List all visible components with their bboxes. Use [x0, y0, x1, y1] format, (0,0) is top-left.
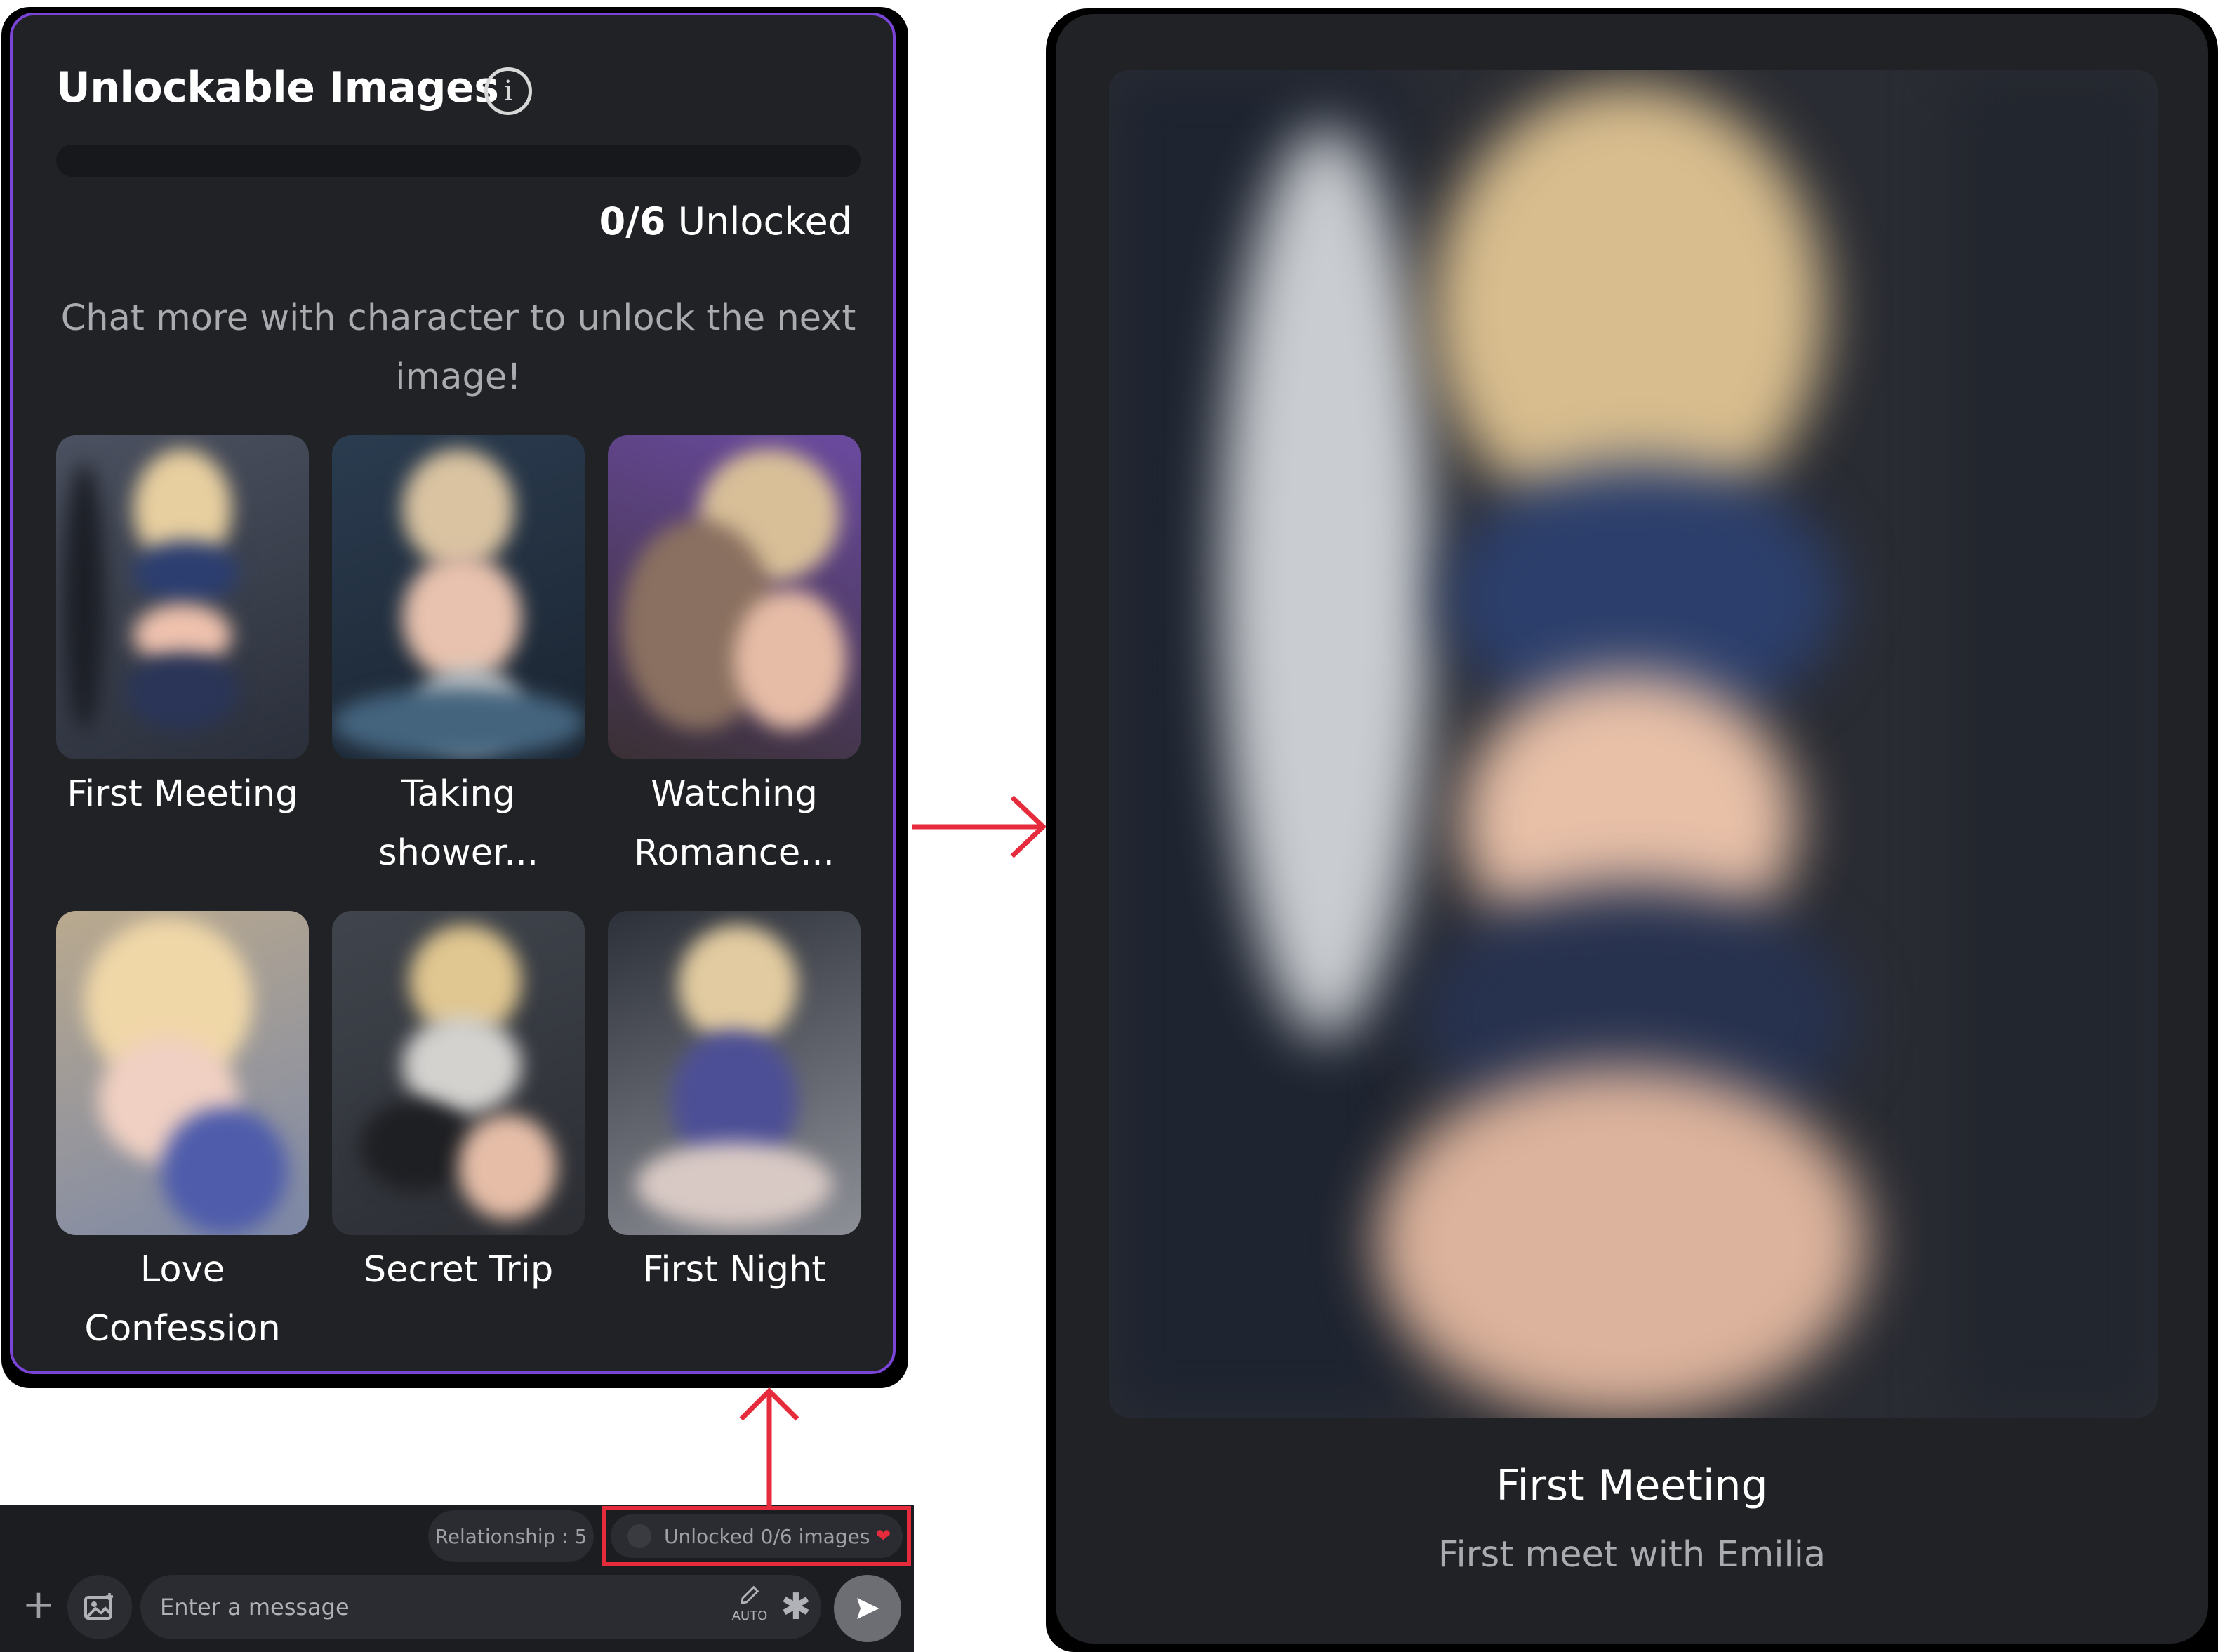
send-button[interactable] [834, 1575, 901, 1642]
panel-title: Unlockable Images [56, 63, 499, 112]
relationship-chip[interactable]: Relationship : 5 [428, 1510, 594, 1562]
blurred-locked-image [1109, 70, 2158, 1418]
info-icon[interactable]: i [484, 67, 532, 115]
image-upload-button[interactable] [67, 1575, 132, 1639]
image-card-taking-shower[interactable]: Taking shower... [332, 435, 585, 883]
unlock-progress-bar [56, 145, 861, 177]
chip-dot-icon [627, 1524, 651, 1548]
image-thumbnail[interactable] [332, 911, 585, 1235]
image-detail-card: First Meeting First meet with Emilia [1056, 14, 2208, 1644]
image-card-label: Love Confession [84, 1249, 281, 1350]
annotation-arrow-up [739, 1387, 799, 1506]
image-card-label: Watching Romance... [634, 773, 835, 874]
unlocked-images-chip-label: Unlocked 0/6 images [664, 1524, 870, 1548]
pencil-icon [740, 1585, 759, 1605]
unlocked-images-chip[interactable]: Unlocked 0/6 images ❤ [611, 1514, 903, 1558]
annotation-arrow-right [912, 795, 1047, 858]
image-thumbnail[interactable] [608, 911, 861, 1235]
plus-icon[interactable]: + [21, 1585, 56, 1625]
unlocked-count-number: 0/6 [599, 199, 666, 244]
image-detail-panel: First Meeting First meet with Emilia [1046, 8, 2218, 1652]
image-upload-icon [84, 1593, 113, 1620]
send-icon [857, 1598, 879, 1619]
auto-label: AUTO [731, 1608, 768, 1623]
image-thumbnail[interactable] [332, 435, 585, 759]
image-card-first-meeting[interactable]: First Meeting [56, 435, 309, 824]
chat-input-bar: Relationship : 5 Unlocked 0/6 images ❤ +… [0, 1505, 914, 1652]
image-card-label: Taking shower... [378, 773, 539, 874]
image-card-watching-romance[interactable]: Watching Romance... [608, 435, 861, 883]
asterisk-icon[interactable]: ✱ [781, 1586, 811, 1628]
unlockable-images-card: Unlockable Images i 0/6 Unlocked Chat mo… [10, 13, 896, 1374]
image-card-label: Secret Trip [363, 1249, 554, 1291]
image-card-first-night[interactable]: First Night [608, 911, 861, 1300]
image-thumbnail[interactable] [56, 435, 309, 759]
detail-title: First Meeting [1496, 1461, 1768, 1510]
image-thumbnail[interactable] [608, 435, 861, 759]
image-card-love-confession[interactable]: Love Confession [56, 911, 309, 1359]
heart-icon: ❤ [875, 1526, 891, 1547]
image-card-label: First Night [642, 1249, 826, 1291]
image-card-secret-trip[interactable]: Secret Trip [332, 911, 585, 1300]
auto-write-button[interactable]: AUTO [727, 1583, 772, 1632]
message-input[interactable] [140, 1575, 821, 1639]
unlockable-images-panel: Unlockable Images i 0/6 Unlocked Chat mo… [1, 7, 908, 1388]
image-thumbnail[interactable] [56, 911, 309, 1235]
image-card-label: First Meeting [67, 773, 298, 815]
unlocked-count-word: Unlocked [665, 199, 852, 244]
detail-subtitle: First meet with Emilia [1437, 1534, 1826, 1576]
unlock-hint: Chat more with character to unlock the n… [60, 298, 856, 398]
unlocked-count: 0/6 Unlocked [599, 199, 852, 244]
